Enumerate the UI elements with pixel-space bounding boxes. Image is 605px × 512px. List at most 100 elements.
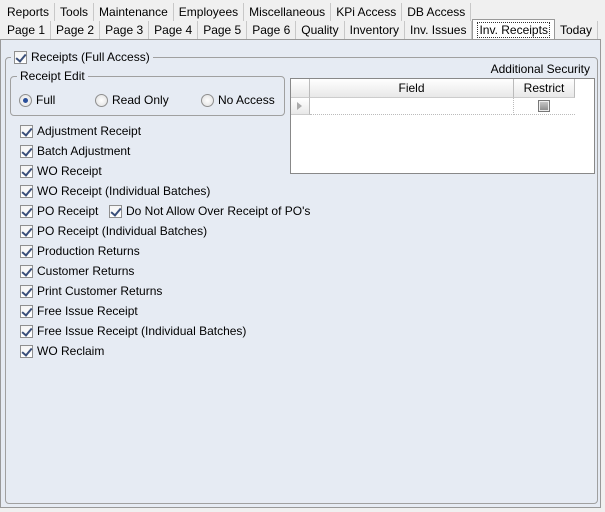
checkbox-label: WO Reclaim [37, 344, 105, 358]
tab-label: Inv. Issues [410, 23, 467, 37]
checkbox-label: Do Not Allow Over Receipt of PO's [126, 204, 311, 218]
checkbox-label: Print Customer Returns [37, 284, 163, 298]
checkbox-print-customer-returns[interactable]: Print Customer Returns [20, 284, 162, 298]
tab-page-2[interactable]: Page 2 [51, 21, 101, 39]
row-selector[interactable] [291, 98, 310, 115]
checkbox-label: WO Receipt [37, 164, 102, 178]
tab-label: Quality [301, 23, 339, 37]
checkbox-label: Customer Returns [37, 264, 135, 278]
checkbox[interactable] [20, 244, 33, 258]
tab-today[interactable]: Today [554, 21, 598, 39]
tab-label: KPi Access [336, 5, 397, 19]
tab-inventory[interactable]: Inventory [344, 21, 405, 39]
checkbox[interactable] [20, 264, 33, 278]
checkbox-production-returns[interactable]: Production Returns [20, 244, 140, 258]
checkbox-po-receipt-individual-batches[interactable]: PO Receipt (Individual Batches) [20, 224, 207, 238]
checkbox[interactable] [109, 204, 122, 218]
tab-label: Page 4 [154, 23, 193, 37]
tab-page-5[interactable]: Page 5 [198, 21, 248, 39]
checkbox-free-issue-receipt[interactable]: Free Issue Receipt [20, 304, 138, 318]
tab-label: Reports [7, 5, 50, 19]
tab-page-6[interactable]: Page 6 [247, 21, 297, 39]
tab-label: Page 3 [105, 23, 144, 37]
checkbox-wo-reclaim[interactable]: WO Reclaim [20, 344, 104, 358]
checkbox-po-receipt[interactable]: PO Receipt [20, 204, 98, 218]
tab-panel-inv-receipts: Receipts (Full Access) Additional Securi… [0, 39, 601, 508]
radio-button[interactable] [95, 93, 108, 107]
tab-label: Page 1 [7, 23, 46, 37]
tab-label: Page 6 [252, 23, 291, 37]
tab-label: DB Access [407, 5, 466, 19]
checkbox[interactable] [20, 164, 33, 178]
checkbox[interactable] [20, 184, 33, 198]
checkbox-label: WO Receipt (Individual Batches) [37, 184, 211, 198]
receipt-edit-group: Receipt Edit Full Read Only No Access [10, 69, 285, 116]
radio-label: No Access [218, 93, 275, 107]
radio-label: Read Only [112, 93, 169, 107]
checkbox[interactable] [20, 324, 33, 338]
tab-employees[interactable]: Employees [173, 3, 245, 21]
tab-label: Miscellaneous [249, 5, 326, 19]
checkbox-label: PO Receipt (Individual Batches) [37, 224, 208, 238]
checkbox[interactable] [20, 204, 33, 218]
checkbox-label: Batch Adjustment [37, 144, 131, 158]
additional-security-label: Additional Security [490, 62, 590, 76]
restrict-cell[interactable] [514, 98, 575, 115]
checkbox-batch-adjustment[interactable]: Batch Adjustment [20, 144, 130, 158]
column-header-field[interactable]: Field [310, 79, 514, 98]
tab-page-1[interactable]: Page 1 [2, 21, 52, 39]
radio-full[interactable]: Full [19, 93, 55, 107]
row-header-corner [291, 79, 310, 98]
checkbox[interactable] [20, 224, 33, 238]
receipts-full-access-checkbox[interactable] [14, 50, 27, 64]
checkbox[interactable] [20, 124, 33, 138]
tab-db-access[interactable]: DB Access [402, 3, 472, 21]
checkbox-wo-receipt[interactable]: WO Receipt [20, 164, 102, 178]
tab-label: Today [559, 23, 592, 37]
checkbox-adjustment-receipt[interactable]: Adjustment Receipt [20, 124, 141, 138]
tab-page-3[interactable]: Page 3 [100, 21, 150, 39]
receipt-edit-title: Receipt Edit [20, 69, 85, 83]
tab-page-4[interactable]: Page 4 [149, 21, 199, 39]
tab-inv-receipts[interactable]: Inv. Receipts [472, 19, 555, 39]
tab-inv-issues[interactable]: Inv. Issues [405, 21, 473, 39]
tab-row-2: Page 1 Page 2 Page 3 Page 4 Page 5 Page 6 Qual… [2, 19, 598, 39]
checkbox-label: Free Issue Receipt (Individual Batches) [37, 324, 247, 338]
checkbox-label: Adjustment Receipt [37, 124, 142, 138]
checkbox-free-issue-receipt-individual-batches[interactable]: Free Issue Receipt (Individual Batches) [20, 324, 246, 338]
checkbox[interactable] [20, 344, 33, 358]
tab-reports[interactable]: Reports [2, 3, 56, 21]
tab-label: Page 5 [203, 23, 242, 37]
checkbox-wo-receipt-individual-batches[interactable]: WO Receipt (Individual Batches) [20, 184, 210, 198]
restrict-checkbox[interactable] [538, 100, 550, 112]
additional-security-grid[interactable]: Field Restrict [290, 78, 595, 174]
tab-label: Employees [178, 5, 239, 19]
receipts-group: Receipts (Full Access) Additional Securi… [5, 50, 598, 504]
tab-label: Tools [60, 5, 89, 19]
row-arrow-icon [297, 102, 302, 110]
tab-quality[interactable]: Quality [296, 21, 345, 39]
checkbox-customer-returns[interactable]: Customer Returns [20, 264, 134, 278]
column-header-restrict[interactable]: Restrict [514, 79, 575, 98]
radio-no-access[interactable]: No Access [201, 93, 275, 107]
do-not-allow-over-receipt-checkbox[interactable]: Do Not Allow Over Receipt of PO's [109, 204, 310, 218]
checkbox-label: PO Receipt [37, 204, 99, 218]
tab-miscellaneous[interactable]: Miscellaneous [244, 3, 332, 21]
checkbox[interactable] [20, 304, 33, 318]
radio-read-only[interactable]: Read Only [95, 93, 169, 107]
tab-maintenance[interactable]: Maintenance [94, 3, 174, 21]
tab-label: Inventory [349, 23, 399, 37]
checkbox-label: Production Returns [37, 244, 140, 258]
tab-label: Maintenance [99, 5, 168, 19]
tab-label: Inv. Receipts [477, 22, 550, 38]
radio-button[interactable] [201, 93, 214, 107]
tab-row-1: Reports Tools Maintenance Employees Miscella… [2, 3, 472, 21]
tab-kpi-access[interactable]: KPi Access [331, 3, 403, 21]
checkbox[interactable] [20, 284, 33, 298]
radio-button[interactable] [19, 93, 32, 107]
tab-label: Page 2 [56, 23, 95, 37]
radio-label: Full [36, 93, 56, 107]
tab-tools[interactable]: Tools [55, 3, 95, 21]
checkbox[interactable] [20, 144, 33, 158]
field-cell[interactable] [310, 98, 514, 115]
